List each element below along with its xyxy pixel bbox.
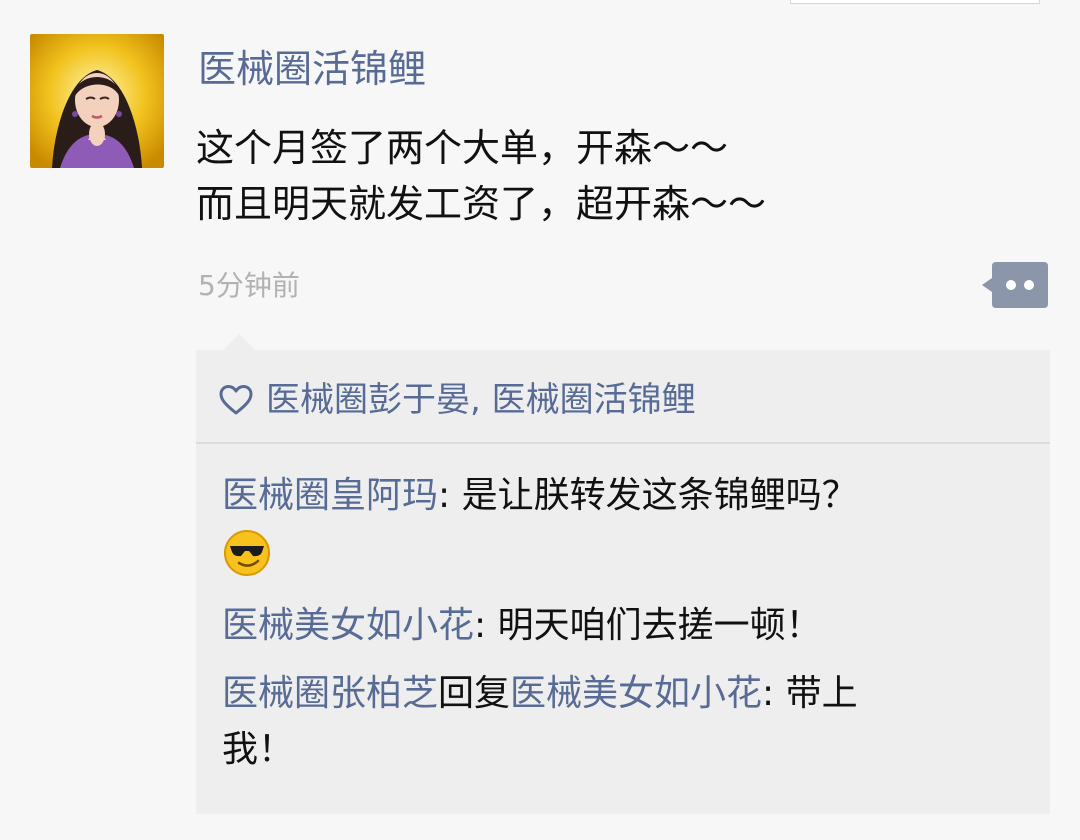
avatar[interactable]: [30, 34, 164, 168]
commenter-name[interactable]: 医械圈皇阿玛: [222, 475, 438, 516]
likes-comments-panel: 医械圈彭于晏, 医械圈活锦鲤 医械圈皇阿玛: 是让朕转发这条锦鲤吗？ 医械美女如…: [196, 350, 1050, 814]
comment-item[interactable]: 医械美女如小花: 明天咱们去搓一顿！: [222, 598, 1016, 654]
comment-text: 是让朕转发这条锦鲤吗？: [461, 475, 858, 516]
comment-dots-icon: [982, 262, 1048, 308]
comment-item[interactable]: 医械圈张柏芝回复医械美女如小花: 带上我！: [222, 666, 1016, 778]
comment-separator: :: [438, 475, 462, 516]
comment-emoji: [222, 528, 1016, 586]
moments-feed: 医械圈活锦鲤 这个月签了两个大单，开森～～ 而且明天就发工资了，超开森～～ 5分…: [0, 0, 1080, 840]
top-input-edge: [790, 0, 1040, 4]
comment-text: 明天咱们去搓一顿！: [497, 605, 822, 646]
likes-divider: [196, 442, 1050, 444]
panel-pointer: [222, 334, 256, 351]
reply-target-name[interactable]: 医械美女如小花: [510, 673, 762, 714]
cool-smiley-icon: [224, 530, 270, 576]
commenter-name[interactable]: 医械美女如小花: [222, 605, 474, 646]
post-text-line-2: 而且明天就发工资了，超开森～～: [196, 182, 767, 226]
comment-text-continued: 我！: [222, 729, 295, 770]
likes-names[interactable]: 医械圈彭于晏, 医械圈活锦鲤: [266, 374, 696, 426]
post-author-name[interactable]: 医械圈活锦鲤: [198, 46, 426, 92]
reply-label: 回复: [438, 673, 511, 714]
commenter-name[interactable]: 医械圈张柏芝: [222, 673, 438, 714]
heart-icon: [219, 385, 253, 415]
avatar-image: [30, 34, 164, 168]
post-timestamp: 5分钟前: [198, 269, 300, 302]
comment-text: 带上: [785, 673, 858, 714]
more-actions-button[interactable]: [982, 262, 1048, 308]
comment-item[interactable]: 医械圈皇阿玛: 是让朕转发这条锦鲤吗？: [222, 468, 1016, 586]
comment-separator: :: [474, 605, 498, 646]
comment-separator: :: [762, 673, 786, 714]
likes-row: 医械圈彭于晏, 医械圈活锦鲤: [218, 374, 1030, 426]
comment-list: 医械圈皇阿玛: 是让朕转发这条锦鲤吗？ 医械美女如小花: 明天咱们去搓一顿！ 医…: [222, 468, 1016, 790]
post-text-line-1: 这个月签了两个大单，开森～～: [196, 126, 729, 170]
post-content: 这个月签了两个大单，开森～～ 而且明天就发工资了，超开森～～: [196, 120, 1016, 232]
